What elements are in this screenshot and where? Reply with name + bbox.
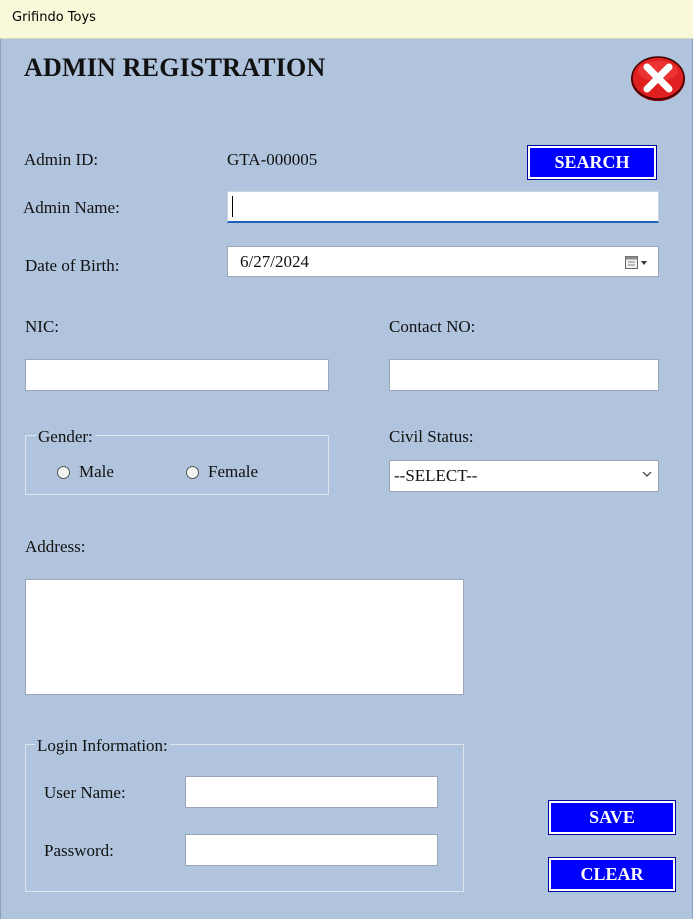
- admin-name-label: Admin Name:: [23, 198, 120, 217]
- gender-female-option[interactable]: Female: [186, 462, 258, 482]
- gender-legend: Gender:: [36, 427, 95, 447]
- civil-status-select[interactable]: --SELECT--: [389, 460, 659, 492]
- clear-button[interactable]: CLEAR: [548, 857, 676, 892]
- save-button[interactable]: SAVE: [548, 800, 676, 835]
- gender-male-label: Male: [79, 462, 114, 481]
- page-title: ADMIN REGISTRATION: [24, 53, 326, 82]
- login-legend: Login Information:: [35, 736, 170, 756]
- admin-id-label: Admin ID:: [24, 150, 99, 169]
- calendar-icon[interactable]: [625, 255, 651, 275]
- chevron-down-icon: [642, 471, 652, 477]
- close-icon: [631, 56, 685, 101]
- admin-id-value: GTA-000005: [227, 150, 318, 169]
- gender-female-label: Female: [208, 462, 259, 481]
- dob-value: 6/27/2024: [240, 252, 309, 271]
- contact-label: Contact NO:: [389, 317, 476, 336]
- username-label: User Name:: [44, 783, 126, 802]
- gender-male-option[interactable]: Male: [57, 462, 114, 482]
- admin-name-input[interactable]: [227, 191, 659, 223]
- civil-status-selected: --SELECT--: [394, 466, 478, 485]
- password-input[interactable]: [185, 834, 438, 866]
- dob-picker[interactable]: 6/27/2024: [227, 246, 659, 277]
- radio-female[interactable]: [186, 465, 199, 479]
- dob-label: Date of Birth:: [25, 256, 120, 275]
- search-button[interactable]: SEARCH: [527, 145, 657, 180]
- username-input[interactable]: [185, 776, 438, 808]
- address-label: Address:: [25, 537, 86, 556]
- civil-status-label: Civil Status:: [389, 427, 474, 446]
- admin-registration-form: ADMIN REGISTRATION Admin ID: GTA-000005 …: [0, 39, 693, 919]
- password-label: Password:: [44, 841, 114, 860]
- address-textarea[interactable]: [25, 579, 464, 695]
- login-groupbox: [25, 744, 464, 892]
- radio-male[interactable]: [57, 465, 70, 479]
- title-bar: Grifindo Toys: [0, 0, 693, 39]
- close-button[interactable]: [629, 54, 685, 102]
- contact-input[interactable]: [389, 359, 659, 391]
- window-title: Grifindo Toys: [12, 10, 96, 25]
- nic-input[interactable]: [25, 359, 329, 391]
- nic-label: NIC:: [25, 317, 59, 336]
- text-cursor: [232, 196, 233, 217]
